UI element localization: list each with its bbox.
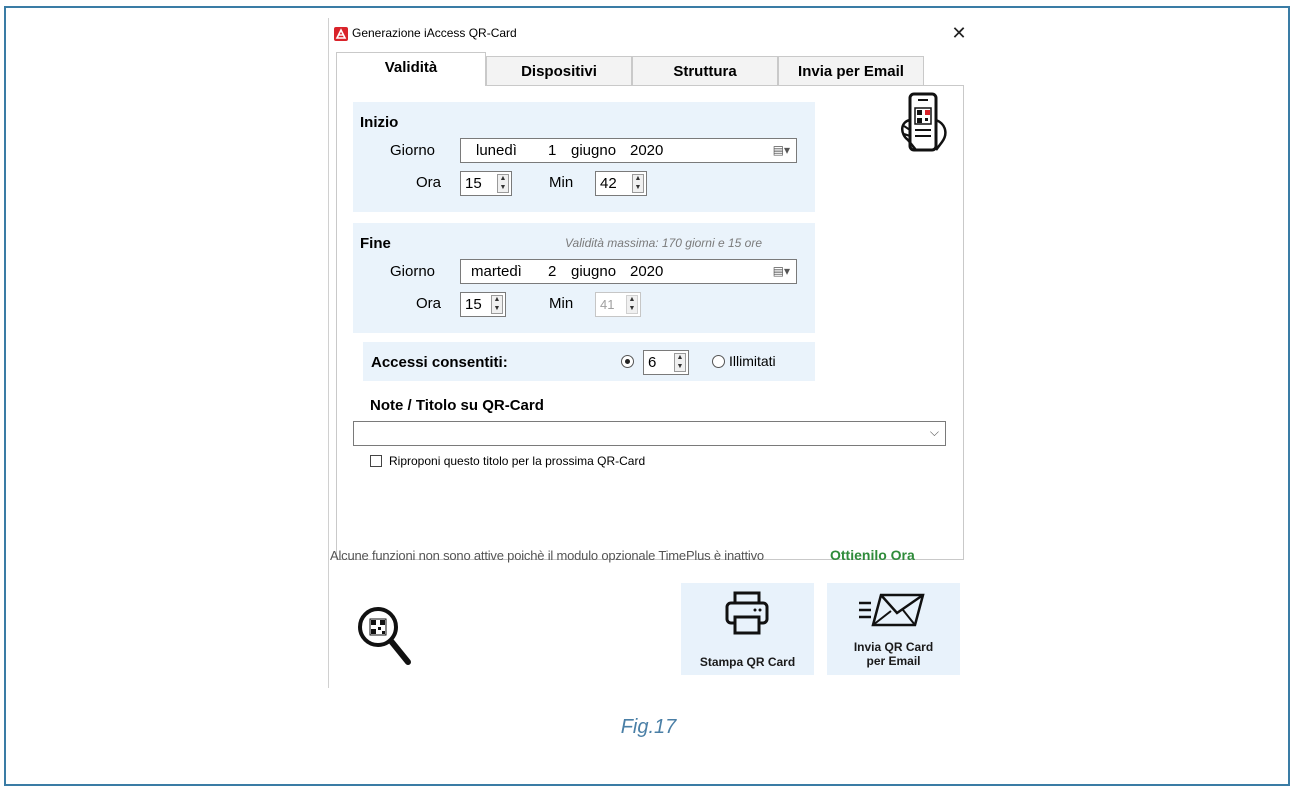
accessi-unlimited-label: Illimitati [729, 353, 776, 369]
accessi-label: Accessi consentiti: [371, 354, 508, 371]
accessi-count-stepper[interactable]: 6 ▲ ▼ [643, 350, 689, 375]
inizio-giorno-label: Giorno [390, 142, 436, 159]
inizio-weekday: lunedì [476, 142, 517, 159]
fine-year: 2020 [630, 263, 664, 280]
calendar-dropdown-icon[interactable]: ▤▾ [773, 264, 790, 278]
spin-arrows-icon: ▲ ▼ [626, 295, 638, 314]
dialog-window: Generazione iAccess QR-Card ✕ Validità D… [328, 18, 974, 688]
print-button-label: Stampa QR Card [699, 655, 796, 669]
figure-caption: Fig.17 [620, 716, 677, 738]
repeat-title-label: Riproponi questo titolo per la prossima … [389, 454, 646, 468]
inizio-title: Inizio [360, 114, 399, 131]
chevron-down-icon[interactable]: ⌵ [930, 425, 939, 440]
fine-day: 2 [548, 263, 557, 280]
accessi-group: Accessi consentiti: 6 ▲ ▼ Illimitati [363, 342, 815, 381]
fine-ora-value: 15 [465, 296, 482, 313]
fine-weekday: martedì [471, 263, 522, 280]
fine-min-value: 41 [600, 297, 615, 312]
print-qr-card-button[interactable]: Stampa QR Card [681, 583, 814, 675]
fine-ora-stepper[interactable]: 15 ▲ ▼ [460, 292, 506, 317]
inizio-min-stepper[interactable]: 42 ▲ ▼ [595, 171, 647, 196]
fine-max-validity-hint: Validità massima: 170 giorni e 15 ore [565, 236, 762, 250]
spin-arrows-icon[interactable]: ▲ ▼ [491, 295, 503, 314]
repeat-title-checkbox[interactable] [370, 455, 382, 467]
email-button-label-line1: Invia QR Card [853, 640, 934, 654]
fine-date-picker[interactable]: martedì 2 giugno 2020 ▤▾ [460, 259, 797, 284]
inizio-min-label: Min [549, 174, 574, 191]
window-edge [328, 18, 329, 688]
note-title-combobox[interactable]: ⌵ [353, 421, 946, 446]
printer-icon [725, 591, 769, 635]
send-mail-icon [859, 593, 925, 627]
email-button-label-line2: per Email [866, 654, 921, 668]
fine-month: giugno [571, 263, 617, 280]
fine-min-label: Min [549, 295, 574, 312]
inizio-ora-stepper[interactable]: 15 ▲ ▼ [460, 171, 512, 196]
tab-struttura[interactable]: Struttura [632, 56, 778, 85]
fine-min-stepper: 41 ▲ ▼ [595, 292, 641, 317]
inizio-month: giugno [571, 142, 617, 159]
inizio-day: 1 [548, 142, 557, 159]
fine-group: Fine Validità massima: 170 giorni e 15 o… [353, 223, 815, 333]
note-label: Note / Titolo su QR-Card [370, 397, 544, 414]
calendar-dropdown-icon[interactable]: ▤▾ [773, 143, 790, 157]
accessi-unlimited-radio[interactable] [712, 355, 725, 368]
fine-ora-label: Ora [416, 295, 442, 312]
tab-invia-email[interactable]: Invia per Email [778, 56, 924, 85]
inizio-date-picker[interactable]: lunedì 1 giugno 2020 ▤▾ [460, 138, 797, 163]
window-title: Generazione iAccess QR-Card [352, 26, 517, 40]
spin-arrows-icon[interactable]: ▲ ▼ [497, 174, 509, 193]
module-inactive-notice: Alcune funzioni non sono attive poichè i… [330, 548, 764, 563]
app-logo-icon [334, 27, 348, 41]
inizio-year: 2020 [630, 142, 664, 159]
inizio-ora-value: 15 [465, 175, 482, 192]
fine-giorno-label: Giorno [390, 263, 436, 280]
accessi-count-radio[interactable] [621, 355, 634, 368]
spin-arrows-icon[interactable]: ▲ ▼ [632, 174, 644, 193]
tab-dispositivi[interactable]: Dispositivi [486, 56, 632, 85]
fine-title: Fine [360, 235, 391, 252]
accessi-count-value: 6 [648, 354, 657, 371]
spin-arrows-icon[interactable]: ▲ ▼ [674, 353, 686, 372]
get-it-now-link[interactable]: Ottienilo Ora [830, 547, 915, 563]
qr-search-icon[interactable] [356, 605, 414, 671]
inizio-group: Inizio Giorno lunedì 1 giugno 2020 ▤▾ Or… [353, 102, 815, 212]
send-email-button[interactable]: Invia QR Card per Email [827, 583, 960, 675]
inizio-min-value: 42 [600, 175, 617, 192]
title-bar: Generazione iAccess QR-Card ✕ [328, 18, 974, 48]
inizio-ora-label: Ora [416, 174, 442, 191]
tab-validita[interactable]: Validità [336, 52, 486, 86]
close-button[interactable]: ✕ [948, 22, 970, 44]
phone-qr-icon [901, 92, 947, 152]
